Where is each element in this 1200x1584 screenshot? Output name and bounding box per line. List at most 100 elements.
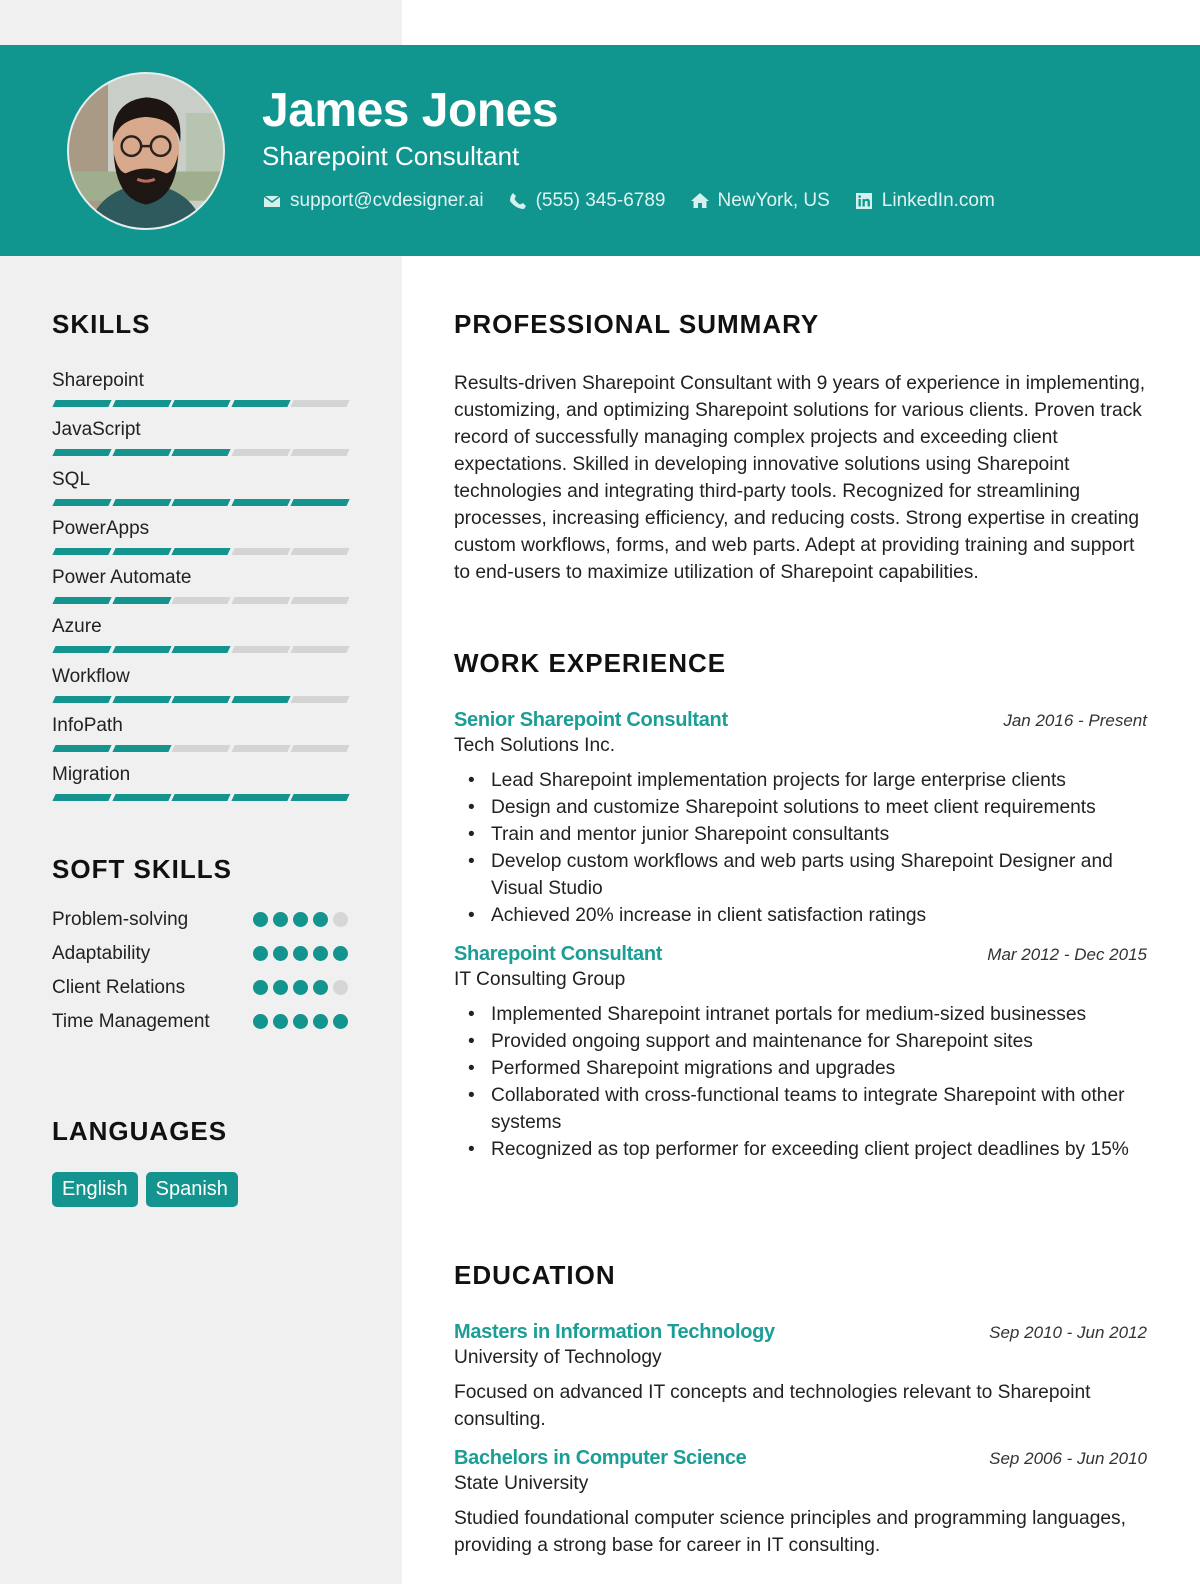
soft-skill-name: Time Management xyxy=(52,1011,210,1032)
soft-skills-list: Problem-solving Adaptability Client Relati… xyxy=(52,905,348,1036)
skill-level-segment xyxy=(52,547,112,555)
education-header: Masters in Information Technology Sep 201… xyxy=(454,1321,1147,1344)
skill-item: PowerApps xyxy=(52,516,350,565)
contact-phone-text: (555) 345-6789 xyxy=(535,190,666,211)
job-company: Tech Solutions Inc. xyxy=(454,735,616,756)
job-dates: Jan 2016 - Present xyxy=(1003,711,1147,730)
contact-linkedin[interactable]: LinkedIn.com xyxy=(854,190,995,212)
contact-bar: support@cvdesigner.ai (555) 345-6789 New… xyxy=(262,190,995,212)
skill-level-segment xyxy=(171,498,231,506)
education-list: Masters in Information Technology Sep 201… xyxy=(454,1321,1147,1559)
skill-level-bar xyxy=(52,745,350,753)
skill-level-segment xyxy=(52,400,112,407)
rating-dot xyxy=(293,980,308,995)
contact-email[interactable]: support@cvdesigner.ai xyxy=(262,190,484,212)
skill-level-bar xyxy=(52,646,350,654)
skill-level-bar xyxy=(52,597,350,605)
summary-heading: PROFESSIONAL SUMMARY xyxy=(454,309,820,339)
contact-location: NewYork, US xyxy=(690,190,830,212)
rating-dot xyxy=(313,1014,328,1029)
skill-level-segment xyxy=(111,547,171,555)
language-badge: English xyxy=(52,1172,138,1207)
candidate-title: Sharepoint Consultant xyxy=(262,141,520,171)
soft-skill-item: Client Relations xyxy=(52,973,348,1002)
skill-name: InfoPath xyxy=(52,715,123,737)
job-bullet: Design and customize Sharepoint solution… xyxy=(454,794,1147,821)
phone-icon xyxy=(509,193,526,209)
skill-item: Power Automate xyxy=(52,565,350,614)
job-bullet: Provided ongoing support and maintenance… xyxy=(454,1028,1147,1055)
rating-dot xyxy=(333,1014,348,1029)
envelope-icon xyxy=(263,195,281,207)
soft-skill-rating xyxy=(253,980,348,995)
languages-heading: LANGUAGES xyxy=(52,1116,228,1146)
skill-level-segment xyxy=(52,449,112,457)
skill-item: Workflow xyxy=(52,664,350,713)
rating-dot xyxy=(313,980,328,995)
job-bullet: Collaborated with cross-functional teams… xyxy=(454,1082,1147,1136)
skill-name: Azure xyxy=(52,616,102,638)
soft-skill-rating xyxy=(253,946,348,961)
skill-level-segment xyxy=(111,695,171,703)
rating-dot xyxy=(293,912,308,927)
skill-level-segment xyxy=(52,695,112,703)
summary-section: PROFESSIONAL SUMMARY Results-driven Shar… xyxy=(454,309,1147,586)
home-icon xyxy=(690,193,709,208)
skill-level-segment xyxy=(231,646,291,654)
skill-level-segment xyxy=(52,498,112,506)
skill-level-segment xyxy=(111,745,171,753)
skill-level-segment xyxy=(231,449,291,457)
soft-skill-name: Adaptability xyxy=(52,943,151,964)
skill-level-segment xyxy=(171,794,231,802)
skill-level-segment xyxy=(111,400,171,407)
education-header: Bachelors in Computer Science Sep 2006 - … xyxy=(454,1447,1147,1470)
skill-name: Power Automate xyxy=(52,567,192,589)
skill-item: Migration xyxy=(52,762,350,811)
contact-email-text: support@cvdesigner.ai xyxy=(290,190,484,211)
skill-name: PowerApps xyxy=(52,517,150,539)
skill-level-segment xyxy=(290,794,350,802)
skill-level-segment xyxy=(52,745,112,753)
skills-list: Sharepoint JavaScript SQL PowerApps Power Au… xyxy=(52,368,350,812)
rating-dot xyxy=(293,1014,308,1029)
soft-skills-section: SOFT SKILLS Problem-solving Adaptability C… xyxy=(52,854,348,1041)
skill-level-segment xyxy=(171,547,231,555)
skill-level-bar xyxy=(52,794,350,802)
skill-name: Workflow xyxy=(52,665,130,687)
skill-level-segment xyxy=(231,794,291,802)
skill-name: SQL xyxy=(52,468,91,490)
education-description: Studied foundational computer science pr… xyxy=(454,1508,1126,1556)
job-header: Sharepoint Consultant Mar 2012 - Dec 2015 xyxy=(454,943,1147,966)
skill-level-segment xyxy=(231,547,291,555)
job-company: IT Consulting Group xyxy=(454,969,626,990)
skill-level-segment xyxy=(171,745,231,753)
rating-dot xyxy=(253,912,268,927)
skill-level-bar xyxy=(52,400,350,407)
contact-phone[interactable]: (555) 345-6789 xyxy=(508,190,666,212)
skill-level-segment xyxy=(52,794,112,802)
job-bullet: Develop custom workflows and web parts u… xyxy=(454,848,1147,902)
skill-level-segment xyxy=(111,794,171,802)
rating-dot xyxy=(273,1014,288,1029)
skill-level-segment xyxy=(231,597,291,605)
rating-dot xyxy=(273,980,288,995)
rating-dot xyxy=(333,912,348,927)
job-bullet: Performed Sharepoint migrations and upgr… xyxy=(454,1055,1147,1082)
job-entry: Senior Sharepoint Consultant Jan 2016 - P… xyxy=(454,709,1147,929)
contact-linkedin-text: LinkedIn.com xyxy=(881,190,995,211)
skill-level-segment xyxy=(290,745,350,753)
education-entry: Bachelors in Computer Science Sep 2006 - … xyxy=(454,1447,1147,1559)
education-heading: EDUCATION xyxy=(454,1260,616,1290)
skill-level-segment xyxy=(290,400,350,407)
skill-level-bar xyxy=(52,449,350,457)
skill-level-segment xyxy=(231,498,291,506)
skill-item: InfoPath xyxy=(52,713,350,762)
skill-name: Sharepoint xyxy=(52,370,144,391)
rating-dot xyxy=(253,1014,268,1029)
job-bullet: Implemented Sharepoint intranet portals … xyxy=(454,1001,1147,1028)
soft-skill-item: Adaptability xyxy=(52,939,348,968)
contact-location-text: NewYork, US xyxy=(717,190,830,211)
skill-item: Sharepoint xyxy=(52,368,350,417)
experience-heading: WORK EXPERIENCE xyxy=(454,648,727,678)
rating-dot xyxy=(253,946,268,961)
